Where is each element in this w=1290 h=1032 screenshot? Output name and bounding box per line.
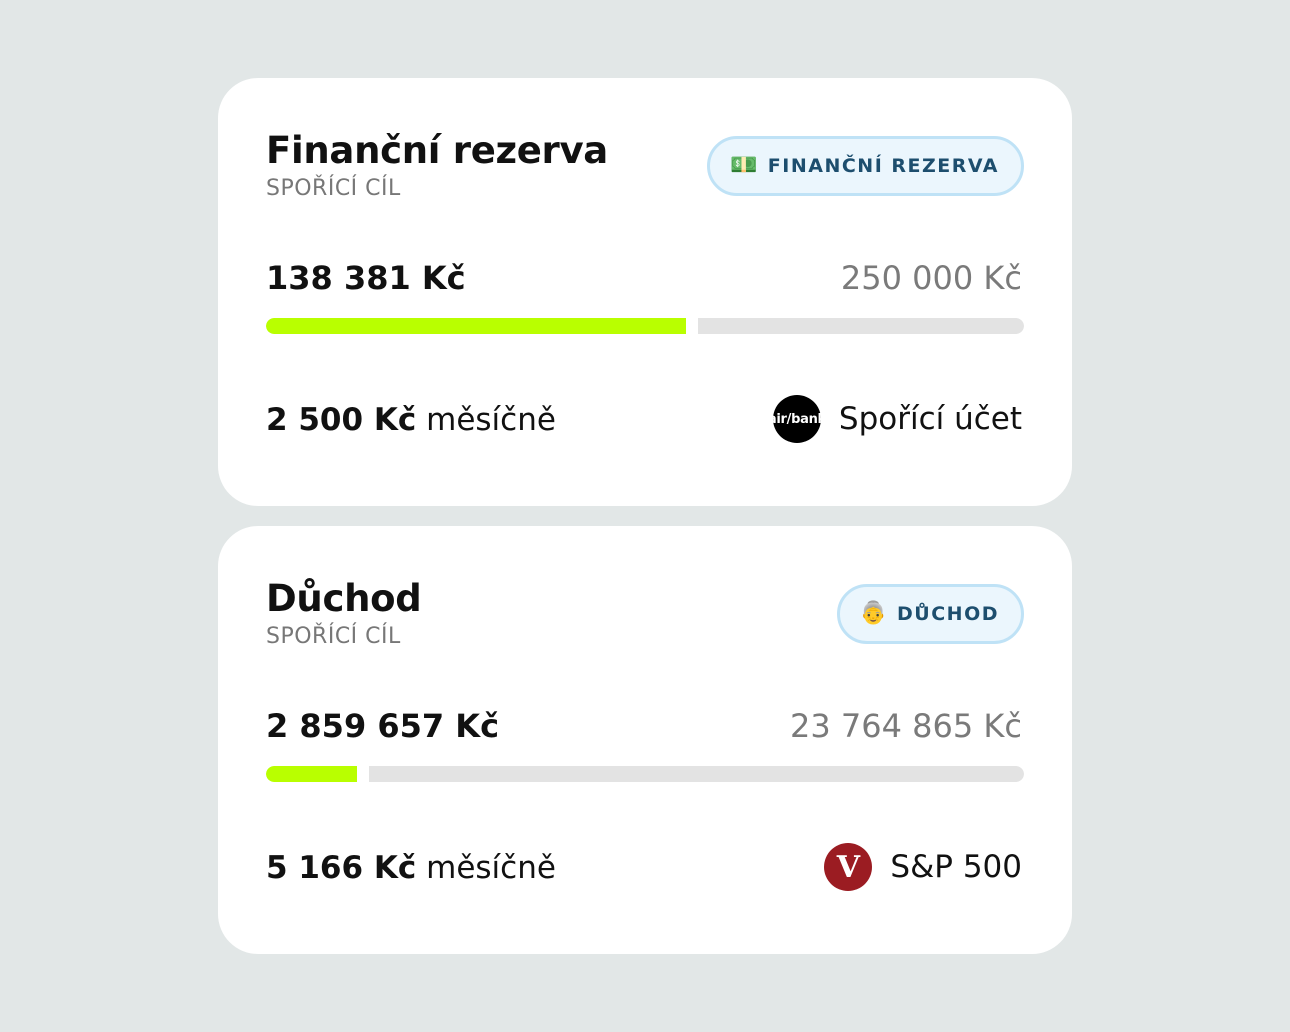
account-name: Spořící účet — [838, 401, 1022, 437]
category-tag-label: DŮCHOD — [897, 603, 999, 625]
progress-remaining — [369, 766, 1024, 782]
target-amount: 250 000 Kč — [840, 259, 1022, 297]
goal-card-financni-rezerva[interactable]: Finanční rezerva SPOŘÍCÍ CÍL 💵 FINANČNÍ … — [218, 78, 1072, 506]
progress-bar — [266, 766, 1024, 782]
progress-fill — [266, 318, 686, 334]
monthly-amount: 5 166 Kč — [266, 850, 417, 886]
account-name: S&P 500 — [890, 849, 1022, 885]
account-link[interactable]: air/bank Spořící účet — [768, 394, 1022, 444]
air-bank-logo: air/bank — [768, 395, 826, 443]
vanguard-logo: V — [824, 843, 873, 891]
monthly-suffix: měsíčně — [426, 402, 556, 438]
category-tag[interactable]: 💵 FINANČNÍ REZERVA — [707, 136, 1024, 196]
monthly-contribution: 5 166 Kč měsíčně — [266, 848, 556, 888]
current-amount: 138 381 Kč — [266, 259, 466, 297]
progress-bar — [266, 318, 1024, 334]
category-tag[interactable]: 👵 DŮCHOD — [836, 584, 1024, 644]
monthly-amount: 2 500 Kč — [266, 402, 417, 438]
goal-card-duchod[interactable]: Důchod SPOŘÍCÍ CÍL 👵 DŮCHOD 2 859 657 Kč… — [218, 526, 1072, 954]
money-icon: 💵 — [730, 153, 758, 178]
monthly-suffix: měsíčně — [426, 850, 556, 886]
goal-title: Důchod — [266, 577, 422, 620]
category-tag-label: FINANČNÍ REZERVA — [767, 155, 999, 177]
current-amount: 2 859 657 Kč — [266, 707, 500, 745]
target-amount: 23 764 865 Kč — [790, 707, 1022, 745]
goal-title: Finanční rezerva — [266, 129, 608, 172]
progress-remaining — [698, 318, 1024, 334]
goal-subtitle: SPOŘÍCÍ CÍL — [266, 624, 401, 649]
monthly-contribution: 2 500 Kč měsíčně — [266, 400, 556, 440]
progress-fill — [266, 766, 357, 782]
old-woman-icon: 👵 — [859, 601, 888, 626]
account-link[interactable]: V S&P 500 — [824, 842, 1022, 892]
goal-subtitle: SPOŘÍCÍ CÍL — [266, 176, 401, 201]
